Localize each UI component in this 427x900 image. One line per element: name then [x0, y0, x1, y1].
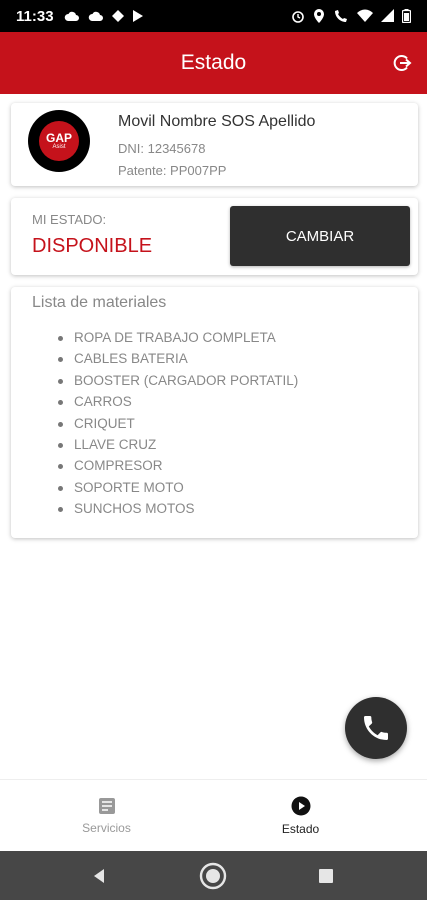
- cloud-icon: [88, 11, 103, 21]
- list-item: CARROS: [55, 391, 298, 412]
- gap-logo: GAP Asist: [39, 121, 79, 161]
- play-circle-icon: [291, 796, 310, 816]
- list-item: CABLES BATERIA: [55, 348, 298, 369]
- profile-patente: Patente: PP007PP: [118, 163, 227, 178]
- state-label: MI ESTADO:: [32, 212, 107, 227]
- cloud-icon: [64, 11, 79, 21]
- list-item: SOPORTE MOTO: [55, 477, 298, 498]
- profile-name: Movil Nombre SOS Apellido: [118, 113, 316, 130]
- list-item: BOOSTER (CARGADOR PORTATIL): [55, 370, 298, 391]
- location-icon: [314, 9, 324, 23]
- nav-item-servicios[interactable]: Servicios: [0, 780, 213, 852]
- system-nav-bar: [0, 851, 427, 900]
- profile-card: GAP Asist Movil Nombre SOS Apellido DNI:…: [11, 103, 418, 186]
- nav-label-estado: Estado: [281, 822, 320, 836]
- list-item: SUNCHOS MOTOS: [55, 498, 298, 519]
- status-right-icons: [291, 9, 411, 23]
- home-icon[interactable]: [199, 862, 227, 890]
- nav-label-servicios: Servicios: [82, 821, 131, 835]
- avatar-sub: Asist: [52, 143, 66, 150]
- phone-icon: [364, 716, 388, 740]
- alarm-icon: [292, 11, 304, 23]
- wifi-icon: [357, 9, 373, 22]
- list-item: ROPA DE TRABAJO COMPLETA: [55, 327, 298, 348]
- nav-item-estado[interactable]: Estado: [194, 780, 407, 852]
- status-left-icons: [64, 10, 144, 22]
- state-value: DISPONIBLE: [32, 235, 153, 257]
- avatar-text: GAP: [45, 130, 72, 145]
- logout-icon[interactable]: [389, 50, 415, 76]
- play-icon: [132, 10, 143, 22]
- list-item: CRIQUET: [55, 413, 298, 434]
- materials-title: Lista de materiales: [32, 294, 167, 311]
- change-state-button[interactable]: CAMBIAR: [230, 206, 410, 266]
- battery-icon: [402, 9, 411, 23]
- wifi-call-icon: [335, 10, 347, 22]
- recents-icon[interactable]: [312, 862, 340, 890]
- page-title: Estado: [180, 51, 247, 74]
- avatar: GAP Asist: [28, 110, 90, 172]
- app-bar: Estado: [0, 32, 427, 94]
- materials-list: ROPA DE TRABAJO COMPLETA CABLES BATERIA …: [55, 327, 298, 520]
- status-time: 11:33: [16, 7, 54, 25]
- status-bar: 11:33: [0, 0, 427, 32]
- list-item: COMPRESOR: [55, 455, 298, 476]
- list-item: LLAVE CRUZ: [55, 434, 298, 455]
- back-icon[interactable]: [85, 862, 113, 890]
- materials-card: Lista de materiales ROPA DE TRABAJO COMP…: [11, 287, 418, 538]
- diamond-icon: [111, 10, 124, 22]
- signal-icon: [381, 9, 394, 22]
- bottom-nav: Servicios Estado: [0, 779, 427, 851]
- document-icon: [98, 798, 115, 814]
- call-button[interactable]: [345, 697, 407, 759]
- state-card: MI ESTADO: DISPONIBLE CAMBIAR: [11, 198, 418, 275]
- profile-dni: DNI: 12345678: [118, 141, 206, 156]
